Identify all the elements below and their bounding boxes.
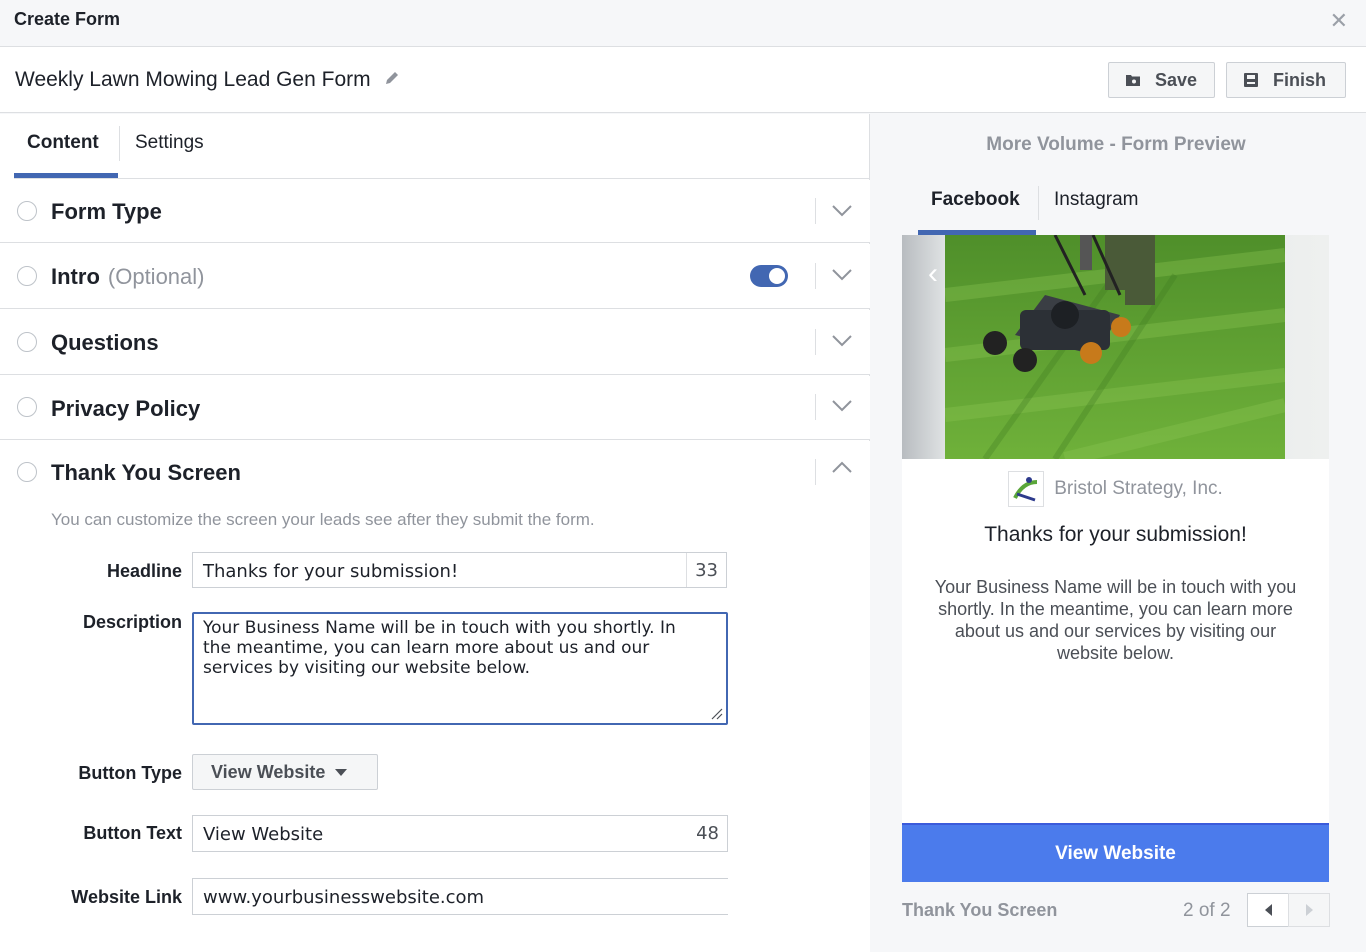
button-text-char-count: 48 — [696, 823, 719, 844]
status-circle-icon — [17, 266, 37, 286]
chevron-up-icon[interactable] — [832, 461, 852, 473]
headline-field[interactable]: Thanks for your submission! 33 — [192, 552, 727, 588]
tab-active-indicator — [14, 173, 118, 178]
status-circle-icon — [17, 332, 37, 352]
next-screen-button[interactable] — [1288, 893, 1330, 927]
editor-tabs: Content Settings — [14, 114, 870, 179]
section-title[interactable]: Thank You Screen — [51, 460, 241, 486]
section-title: Form Type — [51, 199, 162, 224]
chevron-down-icon[interactable] — [832, 335, 852, 347]
preview-title: More Volume - Form Preview — [986, 134, 1246, 155]
preview-headline: Thanks for your submission! — [984, 523, 1247, 546]
divider — [815, 394, 816, 420]
button-type-dropdown[interactable]: View Website — [192, 754, 378, 790]
toggle-knob — [769, 268, 785, 284]
section-title: Privacy Policy — [51, 396, 201, 421]
divider — [815, 263, 816, 289]
description-label: Description — [82, 612, 182, 632]
business-name: Bristol Strategy, Inc. — [1054, 478, 1223, 499]
form-name-bar: Weekly Lawn Mowing Lead Gen Form Save Fi… — [0, 47, 1366, 113]
tab-content[interactable]: Content — [27, 132, 99, 154]
dialog-titlebar: Create Form ✕ — [0, 0, 1366, 47]
button-text-field[interactable]: View Website 48 — [192, 815, 728, 852]
section-title-text: Intro — [51, 264, 100, 289]
status-circle-icon — [17, 201, 37, 221]
caret-left-icon — [1264, 904, 1272, 916]
thank-you-help-text: You can customize the screen your leads … — [51, 510, 595, 529]
caret-down-icon — [335, 768, 348, 776]
tab-settings[interactable]: Settings — [135, 132, 204, 154]
chevron-left-icon[interactable]: ‹ — [928, 257, 938, 291]
preview-view-website-button[interactable]: View Website — [902, 823, 1329, 882]
resize-handle-icon[interactable] — [709, 706, 723, 720]
dialog-title: Create Form — [14, 9, 121, 29]
preview-image: ‹ — [902, 235, 1329, 459]
status-circle-icon — [17, 397, 37, 417]
section-form-type[interactable]: Form Type — [0, 180, 870, 243]
form-name[interactable]: Weekly Lawn Mowing Lead Gen Form — [15, 68, 400, 92]
pencil-icon[interactable] — [384, 68, 400, 92]
save-button[interactable]: Save — [1108, 62, 1215, 98]
section-intro[interactable]: Intro (Optional) — [0, 244, 870, 309]
preview-panel: More Volume - Form Preview Facebook Inst… — [871, 114, 1366, 952]
finish-label: Finish — [1273, 69, 1326, 90]
headline-value: Thanks for your submission! — [203, 561, 459, 582]
close-icon[interactable]: ✕ — [1330, 10, 1348, 32]
business-brand: Bristol Strategy, Inc. — [902, 469, 1329, 509]
headline-char-count: 33 — [686, 553, 726, 587]
preview-tabs: Facebook Instagram — [901, 174, 1329, 235]
optional-label: (Optional) — [107, 264, 205, 289]
description-value: Your Business Name will be in touch with… — [203, 618, 676, 678]
description-field[interactable]: Your Business Name will be in touch with… — [192, 612, 728, 725]
section-title: Questions — [51, 330, 159, 355]
section-questions[interactable]: Questions — [0, 310, 870, 375]
divider — [815, 198, 816, 224]
website-link-value: www.yourbusinesswebsite.com — [203, 887, 485, 908]
tab-divider — [1038, 186, 1039, 220]
tab-facebook[interactable]: Facebook — [931, 189, 1020, 211]
finish-button[interactable]: Finish — [1226, 62, 1346, 98]
preview-pager-text: 2 of 2 — [1183, 900, 1231, 921]
divider — [815, 459, 816, 485]
tab-divider — [119, 126, 120, 161]
website-link-label: Website Link — [71, 887, 182, 907]
previous-screen-button[interactable] — [1247, 893, 1289, 927]
caret-right-icon — [1305, 904, 1313, 916]
button-type-label: Button Type — [78, 763, 182, 783]
section-privacy-policy[interactable]: Privacy Policy — [0, 376, 870, 440]
intro-toggle[interactable] — [750, 265, 788, 287]
chevron-down-icon[interactable] — [832, 400, 852, 412]
business-logo — [1008, 471, 1045, 507]
save-icon — [1125, 72, 1141, 88]
divider — [815, 329, 816, 355]
button-text-value: View Website — [203, 824, 324, 845]
button-text-label: Button Text — [83, 823, 182, 843]
preview-description: Your Business Name will be in touch with… — [934, 577, 1297, 663]
status-circle-icon — [17, 462, 37, 482]
button-type-value: View Website — [211, 761, 326, 782]
preview-card: ‹ Bristol Strategy, Inc. Thanks for your… — [902, 235, 1329, 881]
finish-icon — [1243, 72, 1259, 88]
website-link-field[interactable]: www.yourbusinesswebsite.com — [192, 878, 728, 915]
headline-label: Headline — [106, 561, 182, 581]
section-title: Intro (Optional) — [51, 264, 204, 290]
tab-instagram[interactable]: Instagram — [1054, 189, 1138, 211]
save-label: Save — [1155, 69, 1198, 90]
chevron-down-icon[interactable] — [832, 269, 852, 281]
preview-screen-label: Thank You Screen — [902, 900, 1058, 920]
form-name-text: Weekly Lawn Mowing Lead Gen Form — [15, 68, 371, 91]
lawn-mower-photo — [945, 235, 1285, 459]
editor-panel: Content Settings Form Type Intro (Optiona… — [0, 114, 870, 952]
chevron-down-icon[interactable] — [832, 205, 852, 217]
